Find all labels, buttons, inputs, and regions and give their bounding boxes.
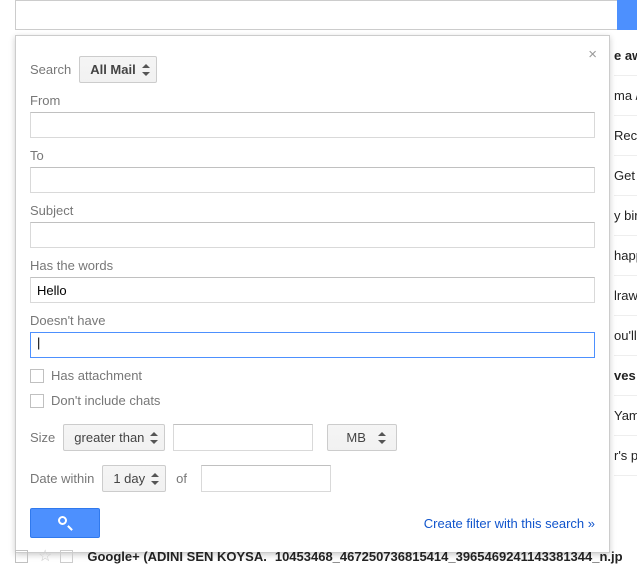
message-subject: 10453468_467250736815414_396546924114338… xyxy=(275,549,623,564)
from-input[interactable] xyxy=(30,112,595,138)
search-button[interactable] xyxy=(30,508,100,538)
updown-icon xyxy=(150,432,158,444)
size-label: Size xyxy=(30,430,55,445)
date-within-value: 1 day xyxy=(113,471,145,486)
doesnt-have-input[interactable]: | xyxy=(30,332,595,358)
search-scope-value: All Mail xyxy=(90,62,136,77)
size-value-input[interactable] xyxy=(173,424,313,451)
message-checkbox[interactable] xyxy=(15,550,28,563)
size-unit-select[interactable]: MB xyxy=(327,424,397,451)
subject-input[interactable] xyxy=(30,222,595,248)
doesnt-have-label: Doesn't have xyxy=(30,313,595,328)
date-input[interactable] xyxy=(201,465,331,492)
top-search-button[interactable] xyxy=(617,0,637,30)
subject-label: Subject xyxy=(30,203,595,218)
of-label: of xyxy=(176,471,187,486)
to-label: To xyxy=(30,148,595,163)
date-within-select[interactable]: 1 day xyxy=(102,465,166,492)
search-scope-label: Search xyxy=(30,62,71,77)
message-sender: Google+ (ADINI SEN KOYSA. xyxy=(87,549,267,564)
size-operator-select[interactable]: greater than xyxy=(63,424,165,451)
updown-icon xyxy=(142,64,150,76)
date-within-label: Date within xyxy=(30,471,94,486)
size-unit-value: MB xyxy=(346,430,366,445)
dont-include-chats-label: Don't include chats xyxy=(51,393,160,408)
has-attachment-checkbox[interactable] xyxy=(30,369,44,383)
to-input[interactable] xyxy=(30,167,595,193)
search-icon xyxy=(58,516,72,530)
size-operator-value: greater than xyxy=(74,430,144,445)
has-attachment-label: Has attachment xyxy=(51,368,142,383)
create-filter-link[interactable]: Create filter with this search » xyxy=(424,516,595,531)
top-search-bar[interactable] xyxy=(15,0,637,30)
importance-icon[interactable] xyxy=(60,550,73,563)
close-icon[interactable]: × xyxy=(588,46,597,63)
updown-icon xyxy=(378,432,386,444)
updown-icon xyxy=(151,473,159,485)
has-words-input[interactable] xyxy=(30,277,595,303)
advanced-search-panel: × Search All Mail From To Subject Has th… xyxy=(15,35,610,553)
search-scope-select[interactable]: All Mail xyxy=(79,56,157,83)
has-words-label: Has the words xyxy=(30,258,595,273)
from-label: From xyxy=(30,93,595,108)
star-icon[interactable]: ☆ xyxy=(38,546,52,566)
dont-include-chats-checkbox[interactable] xyxy=(30,394,44,408)
message-row[interactable]: ☆ Google+ (ADINI SEN KOYSA. 10453468_467… xyxy=(15,541,637,571)
